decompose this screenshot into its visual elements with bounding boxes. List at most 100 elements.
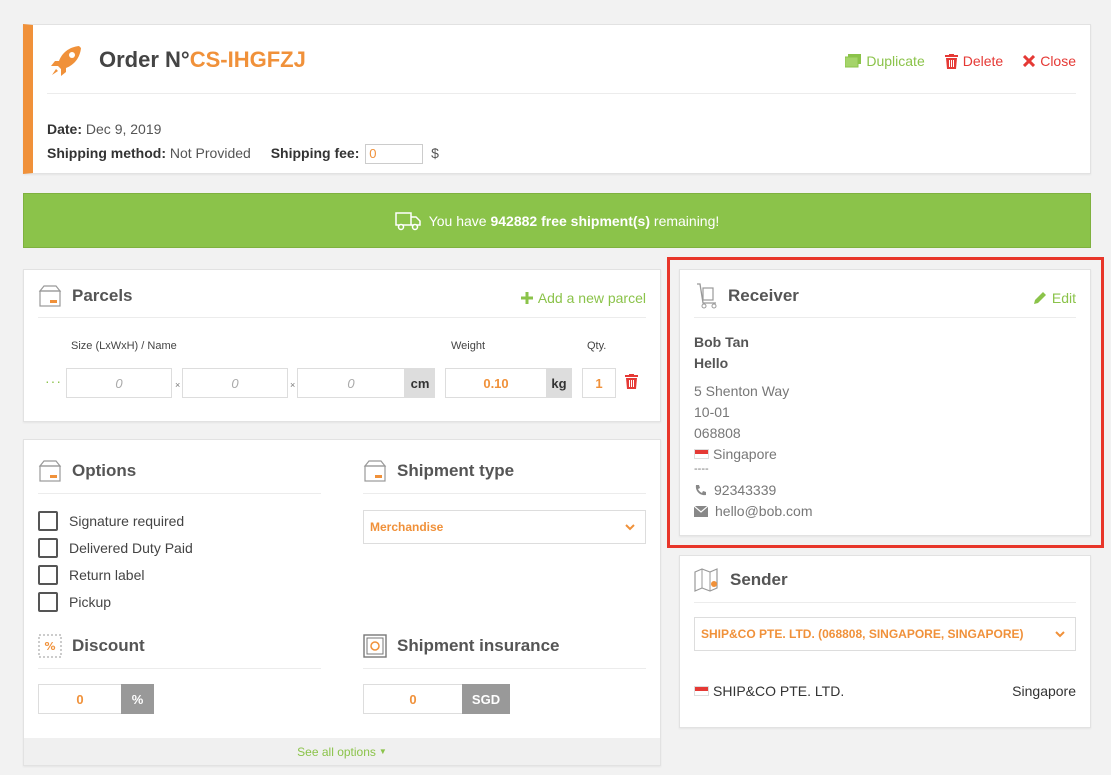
receiver-company: Hello (694, 355, 729, 371)
receiver-email: hello@bob.com (694, 503, 813, 519)
qty-column-label: Qty. (587, 340, 607, 352)
trash-icon (944, 53, 958, 69)
receiver-address1: 5 Shenton Way (694, 383, 790, 399)
shipment-type-select[interactable]: Merchandise (363, 510, 646, 544)
duplicate-label: Duplicate (866, 53, 925, 69)
order-header-card: Order N°CS-IHGFZJ Duplicate Delete Close… (23, 24, 1091, 174)
weight-input[interactable]: 0.10 (445, 368, 547, 398)
option-signature-required[interactable]: Signature required (38, 511, 184, 531)
sender-country: Singapore (1012, 683, 1076, 699)
edit-receiver-button[interactable]: Edit (1033, 290, 1076, 306)
weight-unit: kg (546, 368, 572, 398)
checkbox[interactable] (38, 511, 58, 531)
delete-parcel-icon[interactable] (625, 374, 638, 389)
qty-input[interactable]: 1 (582, 368, 616, 398)
box-icon (38, 285, 62, 307)
receiver-country: Singapore (694, 446, 777, 462)
order-meta: Date: Dec 9, 2019 Shipping method: Not P… (47, 117, 439, 165)
order-title: Order N°CS-IHGFZJ (99, 47, 306, 73)
option-delivered-duty-paid[interactable]: Delivered Duty Paid (38, 538, 193, 558)
size-column-label: Size (LxWxH) / Name (71, 340, 177, 352)
option-return-label[interactable]: Return label (38, 565, 145, 585)
singapore-flag-icon (694, 686, 709, 696)
safe-icon (363, 634, 387, 658)
plus-icon (520, 292, 533, 304)
phone-icon (695, 484, 706, 495)
insurance-title: Shipment insurance (397, 636, 560, 655)
times-sign: × (175, 380, 181, 390)
insurance-heading: Shipment insurance (363, 634, 559, 658)
sender-card: Sender SHIP&CO PTE. LTD. (068808, SINGAP… (679, 555, 1091, 728)
receiver-title: Receiver (728, 286, 799, 305)
shipment-type-title: Shipment type (397, 461, 515, 480)
options-title: Options (72, 461, 137, 480)
percent-tag-icon: % (38, 634, 62, 658)
parcels-title: Parcels (72, 286, 133, 305)
receiver-card: Receiver Edit Bob Tan Hello 5 Shenton Wa… (679, 269, 1091, 536)
banner-text: You have 942882 free shipment(s) remaini… (428, 212, 720, 229)
shipping-fee-label: Shipping fee: (270, 145, 360, 161)
banner-count: 942882 free shipment(s) (490, 212, 651, 229)
insurance-input[interactable]: 0 (363, 684, 463, 714)
checkbox[interactable] (38, 565, 58, 585)
caret-down-icon: ▼ (378, 747, 387, 756)
shipment-type-heading: Shipment type (363, 460, 514, 482)
order-number: CS-IHGFZJ (189, 47, 306, 72)
free-shipments-banner: You have 942882 free shipment(s) remaini… (23, 193, 1091, 248)
receiver-name: Bob Tan (694, 334, 749, 350)
duplicate-button[interactable]: Duplicate (845, 53, 925, 69)
delete-button[interactable]: Delete (944, 53, 1004, 69)
currency-symbol: $ (431, 145, 439, 161)
shipping-fee-input[interactable]: 0 (365, 144, 424, 165)
order-title-prefix: Order N° (99, 47, 190, 72)
receiver-heading: Receiver (694, 283, 799, 309)
sender-title: Sender (730, 570, 788, 589)
sender-select-value: SHIP&CO PTE. LTD. (068808, SINGAPORE, SI… (701, 627, 1024, 641)
receiver-phone: 92343339 (694, 482, 776, 498)
checkbox[interactable] (38, 538, 58, 558)
close-button[interactable]: Close (1023, 53, 1076, 69)
checkbox[interactable] (38, 592, 58, 612)
box-icon (38, 460, 62, 482)
options-heading: Options (38, 460, 136, 482)
times-sign: × (290, 380, 296, 390)
length-input[interactable]: 0 (66, 368, 172, 398)
receiver-separator: ---- (694, 463, 709, 475)
discount-title: Discount (72, 636, 145, 655)
hand-truck-icon (697, 283, 717, 309)
discount-input[interactable]: 0 (38, 684, 122, 714)
discount-unit: % (121, 684, 154, 714)
pencil-icon (1033, 292, 1046, 304)
see-all-options-link[interactable]: See all options ▼ (24, 738, 660, 765)
add-parcel-button[interactable]: Add a new parcel (520, 290, 646, 306)
shipping-method-label: Shipping method: (47, 145, 166, 161)
parcels-heading: Parcels (38, 285, 133, 307)
sender-select[interactable]: SHIP&CO PTE. LTD. (068808, SINGAPORE, SI… (694, 617, 1076, 651)
close-icon (1023, 55, 1036, 67)
duplicate-icon (845, 54, 862, 68)
weight-column-label: Weight (451, 340, 486, 352)
chevron-down-icon (625, 523, 635, 530)
rocket-icon (51, 46, 81, 76)
sender-company: SHIP&CO PTE. LTD. (694, 683, 844, 699)
date-value: Dec 9, 2019 (85, 121, 162, 137)
edit-label: Edit (1051, 290, 1076, 306)
svg-text:%: % (44, 640, 55, 653)
map-pin-icon (694, 568, 718, 592)
envelope-icon (694, 505, 708, 517)
singapore-flag-icon (694, 449, 709, 459)
shipment-type-value: Merchandise (370, 520, 444, 534)
date-label: Date: (47, 121, 83, 137)
receiver-postal: 068808 (694, 425, 741, 441)
sender-heading: Sender (694, 568, 788, 592)
height-input[interactable]: 0 (297, 368, 405, 398)
option-pickup[interactable]: Pickup (38, 592, 111, 612)
drag-handle[interactable]: ··· (45, 373, 62, 389)
width-input[interactable]: 0 (182, 368, 288, 398)
chevron-down-icon (1055, 630, 1065, 637)
header-divider (47, 93, 1076, 94)
receiver-address2: 10-01 (694, 404, 730, 420)
options-card: Options Signature required Delivered Dut… (23, 439, 661, 766)
close-label: Close (1040, 53, 1076, 69)
delete-label: Delete (962, 53, 1004, 69)
